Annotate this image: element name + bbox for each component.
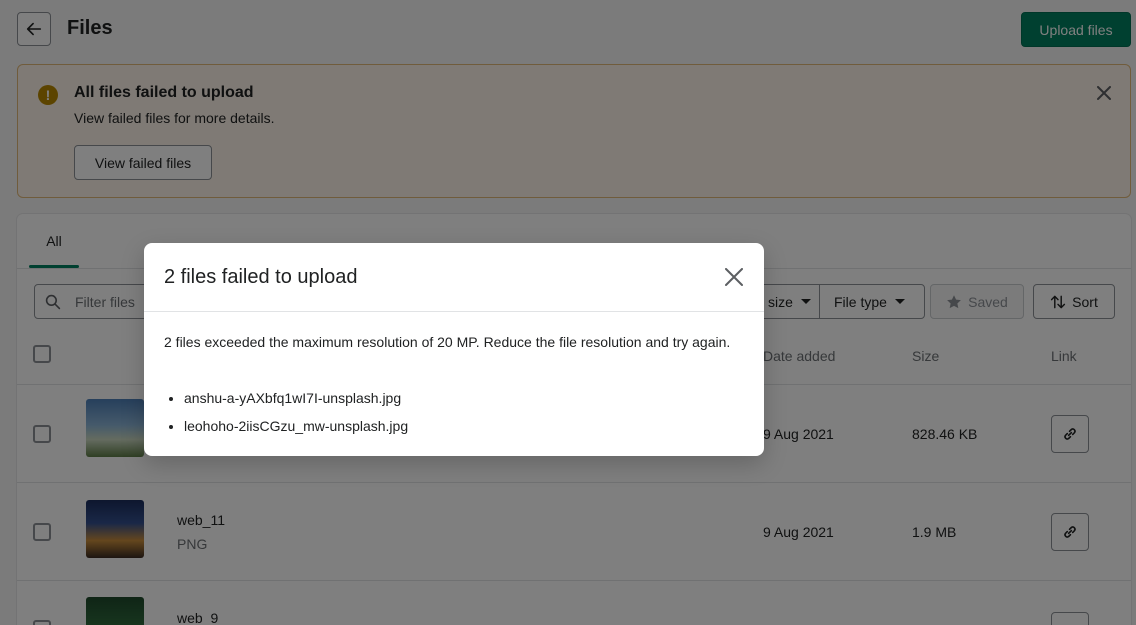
failed-file-item: leohoho-2iisCGzu_mw-unsplash.jpg <box>184 416 408 444</box>
modal-divider <box>144 311 764 312</box>
failed-files-list: anshu-a-yAXbfq1wI7I-unsplash.jpg leohoho… <box>184 388 408 444</box>
upload-error-modal: 2 files failed to upload 2 files exceede… <box>144 243 764 456</box>
modal-title: 2 files failed to upload <box>164 266 358 288</box>
modal-message: 2 files exceeded the maximum resolution … <box>164 334 731 350</box>
modal-close-button[interactable] <box>724 267 744 287</box>
close-icon <box>725 268 743 286</box>
failed-file-item: anshu-a-yAXbfq1wI7I-unsplash.jpg <box>184 388 408 416</box>
